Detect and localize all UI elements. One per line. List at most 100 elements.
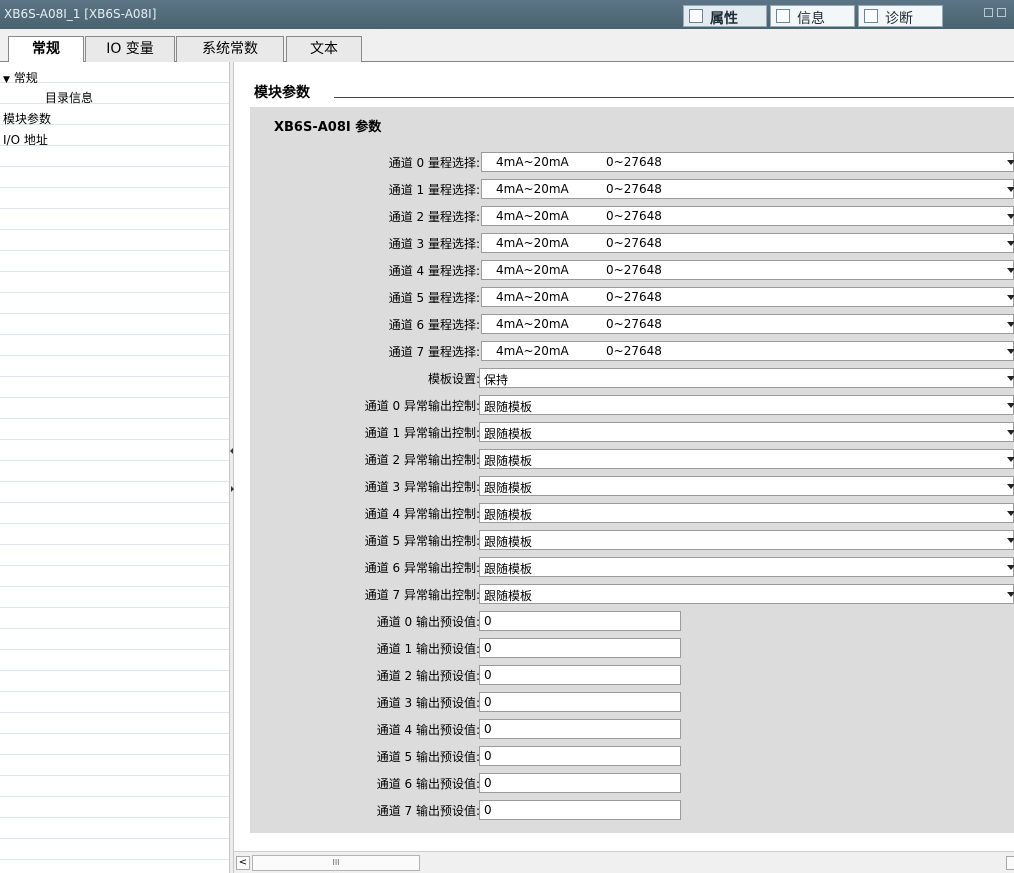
range-row: 通道 4 量程选择: 4mA~20mA 0~27648: [250, 259, 1014, 281]
range-label: 通道 7 量程选择:: [388, 345, 480, 359]
dropdown-arrow-icon[interactable]: [1007, 457, 1014, 462]
preset-value: 0: [484, 776, 492, 790]
dropdown-arrow-icon[interactable]: [1007, 484, 1014, 489]
range-value: 4mA~20mA: [496, 209, 569, 223]
layout-menu-icon[interactable]: [997, 8, 1006, 17]
dropdown-arrow-icon[interactable]: [1007, 511, 1014, 516]
preset-label: 通道 4 输出预设值:: [376, 723, 480, 737]
tab-diagnostics-label: 诊断: [885, 11, 913, 27]
range-value: 4mA~20mA: [496, 155, 569, 169]
tab-info[interactable]: 信息: [770, 5, 855, 27]
fault-output-row: 通道 4 异常输出控制: 跟随模板: [250, 502, 1014, 524]
inspector-title-bar: XB6S-A08I_1 [XB6S-A08I] 属性 信息 诊断: [0, 0, 1014, 29]
fault-output-select[interactable]: 跟随模板: [479, 530, 1014, 550]
fault-output-select[interactable]: 跟随模板: [479, 557, 1014, 577]
preset-input[interactable]: 0: [479, 665, 681, 685]
fault-output-value: 跟随模板: [484, 427, 533, 441]
preset-input[interactable]: 0: [479, 746, 681, 766]
preset-input[interactable]: 0: [479, 773, 681, 793]
restore-window-icon[interactable]: [984, 8, 993, 17]
expand-arrow-icon[interactable]: ▼: [3, 75, 10, 85]
range-select[interactable]: 4mA~20mA 0~27648: [481, 206, 1014, 226]
dropdown-arrow-icon[interactable]: [1007, 268, 1014, 273]
dropdown-arrow-icon[interactable]: [1007, 241, 1014, 246]
preset-input[interactable]: 0: [479, 800, 681, 820]
fault-output-label: 通道 6 异常输出控制:: [364, 561, 480, 575]
nav-item-io-addresses[interactable]: I/O 地址: [3, 131, 48, 149]
tab-system-constants[interactable]: 系统常数: [176, 36, 284, 62]
dropdown-arrow-icon[interactable]: [1007, 538, 1014, 543]
range-row: 通道 0 量程选择: 4mA~20mA 0~27648: [250, 151, 1014, 173]
template-setting-select[interactable]: 保持: [479, 368, 1014, 388]
preset-value: 0: [484, 668, 492, 682]
dropdown-arrow-icon[interactable]: [1007, 349, 1014, 354]
fault-output-label: 通道 2 异常输出控制:: [364, 453, 480, 467]
nav-item-catalog-info[interactable]: 目录信息: [45, 89, 93, 107]
fault-output-value: 跟随模板: [484, 400, 533, 414]
fault-output-select[interactable]: 跟随模板: [479, 503, 1014, 523]
tab-io-tags[interactable]: IO 变量: [85, 36, 175, 62]
fault-output-value: 跟随模板: [484, 562, 533, 576]
fault-output-label: 通道 4 异常输出控制:: [364, 507, 480, 521]
scroll-thumb[interactable]: III: [252, 855, 420, 871]
range-label: 通道 6 量程选择:: [388, 318, 480, 332]
tab-general[interactable]: 常规: [8, 36, 84, 63]
nav-group-general[interactable]: ▼ 常规: [3, 69, 38, 87]
range-label: 通道 4 量程选择:: [388, 264, 480, 278]
fault-output-select[interactable]: 跟随模板: [479, 395, 1014, 415]
dropdown-arrow-icon[interactable]: [1007, 187, 1014, 192]
fault-output-select[interactable]: 跟随模板: [479, 584, 1014, 604]
fault-output-select[interactable]: 跟随模板: [479, 422, 1014, 442]
collapse-left-icon[interactable]: [230, 448, 233, 454]
range-select[interactable]: 4mA~20mA 0~27648: [481, 179, 1014, 199]
dropdown-arrow-icon[interactable]: [1007, 565, 1014, 570]
fault-output-row: 通道 7 异常输出控制: 跟随模板: [250, 583, 1014, 605]
range-row: 通道 6 量程选择: 4mA~20mA 0~27648: [250, 313, 1014, 335]
preset-label: 通道 7 输出预设值:: [376, 804, 480, 818]
preset-row: 通道 4 输出预设值: 0: [250, 718, 1014, 740]
preset-row: 通道 1 输出预设值: 0: [250, 637, 1014, 659]
dropdown-arrow-icon[interactable]: [1007, 430, 1014, 435]
fault-output-select[interactable]: 跟随模板: [479, 476, 1014, 496]
dropdown-arrow-icon[interactable]: [1007, 592, 1014, 597]
scroll-left-button[interactable]: <: [236, 856, 250, 870]
preset-label: 通道 3 输出预设值:: [376, 696, 480, 710]
fault-output-label: 通道 5 异常输出控制:: [364, 534, 480, 548]
range-select[interactable]: 4mA~20mA 0~27648: [481, 341, 1014, 361]
dropdown-arrow-icon[interactable]: [1007, 322, 1014, 327]
dropdown-arrow-icon[interactable]: [1007, 295, 1014, 300]
preset-input[interactable]: 0: [479, 692, 681, 712]
range-select[interactable]: 4mA~20mA 0~27648: [481, 152, 1014, 172]
fault-output-value: 跟随模板: [484, 508, 533, 522]
range-select[interactable]: 4mA~20mA 0~27648: [481, 260, 1014, 280]
nav-item-module-parameters[interactable]: 模块参数: [3, 110, 51, 128]
preset-row: 通道 2 输出预设值: 0: [250, 664, 1014, 686]
range-label: 通道 3 量程选择:: [388, 237, 480, 251]
fault-output-value: 跟随模板: [484, 481, 533, 495]
fault-output-select[interactable]: 跟随模板: [479, 449, 1014, 469]
tab-properties[interactable]: 属性: [683, 5, 767, 27]
preset-input[interactable]: 0: [479, 611, 681, 631]
range-select[interactable]: 4mA~20mA 0~27648: [481, 233, 1014, 253]
dropdown-arrow-icon[interactable]: [1007, 160, 1014, 165]
preset-row: 通道 3 输出预设值: 0: [250, 691, 1014, 713]
diagnostics-icon: [864, 9, 878, 23]
range-row: 通道 3 量程选择: 4mA~20mA 0~27648: [250, 232, 1014, 254]
dropdown-arrow-icon[interactable]: [1007, 214, 1014, 219]
preset-input[interactable]: 0: [479, 638, 681, 658]
tab-texts[interactable]: 文本: [286, 36, 362, 62]
range-span: 0~27648: [606, 290, 662, 304]
fault-output-label: 通道 7 异常输出控制:: [364, 588, 480, 602]
preset-label: 通道 5 输出预设值:: [376, 750, 480, 764]
dropdown-arrow-icon[interactable]: [1007, 376, 1014, 381]
fault-output-value: 跟随模板: [484, 589, 533, 603]
scroll-right-button[interactable]: [1006, 856, 1014, 870]
range-select[interactable]: 4mA~20mA 0~27648: [481, 287, 1014, 307]
info-icon: [776, 9, 790, 23]
horizontal-scrollbar[interactable]: < III: [234, 851, 1014, 873]
preset-input[interactable]: 0: [479, 719, 681, 739]
tab-diagnostics[interactable]: 诊断: [858, 5, 943, 27]
range-select[interactable]: 4mA~20mA 0~27648: [481, 314, 1014, 334]
range-row: 通道 5 量程选择: 4mA~20mA 0~27648: [250, 286, 1014, 308]
dropdown-arrow-icon[interactable]: [1007, 403, 1014, 408]
